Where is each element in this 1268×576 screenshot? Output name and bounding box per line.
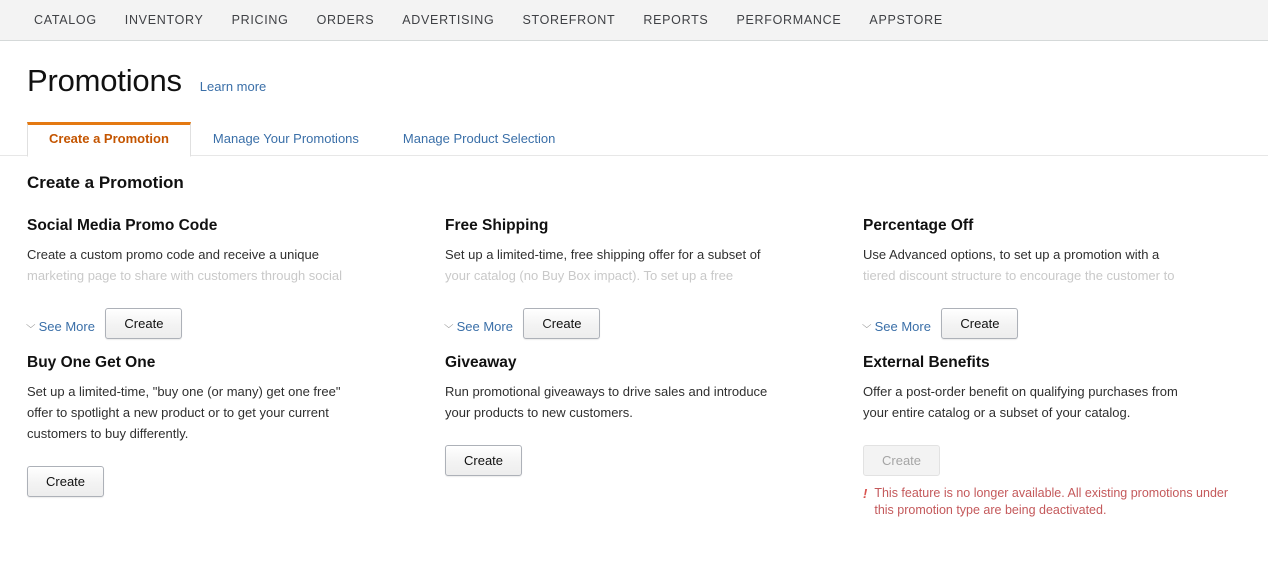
nav-item-advertising[interactable]: ADVERTISING: [388, 0, 508, 40]
alert-message: This feature is no longer available. All…: [874, 486, 1229, 517]
card-description-line-faded: tiered discount structure to encourage t…: [863, 268, 1175, 283]
nav-item-storefront[interactable]: STOREFRONT: [508, 0, 629, 40]
tab-manage-product-selection[interactable]: Manage Product Selection: [381, 122, 577, 156]
card-description: Use Advanced options, to set up a promot…: [863, 244, 1253, 286]
chevron-double-down-icon: ⌵: [26, 320, 36, 331]
global-nav: CATALOG INVENTORY PRICING ORDERS ADVERTI…: [0, 0, 1268, 41]
chevron-double-down-icon: ⌵: [862, 320, 872, 331]
card-description-line: customers to buy differently.: [27, 426, 189, 441]
nav-item-pricing[interactable]: PRICING: [218, 0, 303, 40]
warning-icon: !: [863, 486, 868, 501]
create-button[interactable]: Create: [445, 445, 523, 476]
card-title: Buy One Get One: [27, 354, 156, 371]
card-title: Percentage Off: [863, 217, 974, 234]
main-content: Create a Promotion Social Media Promo Co…: [0, 156, 1268, 519]
card-title: External Benefits: [863, 354, 990, 371]
page-header: Promotions Learn more: [0, 41, 1268, 99]
nav-item-reports[interactable]: REPORTS: [629, 0, 722, 40]
nav-item-performance[interactable]: PERFORMANCE: [722, 0, 855, 40]
card-description-line-faded: marketing page to share with customers t…: [27, 268, 343, 283]
tab-bar: Create a Promotion Manage Your Promotion…: [0, 119, 1268, 157]
card-description-line: your entire catalog or a subset of your …: [863, 405, 1131, 420]
nav-item-inventory[interactable]: INVENTORY: [111, 0, 218, 40]
card-description-line: Create a custom promo code and receive a…: [27, 247, 319, 262]
nav-item-orders[interactable]: ORDERS: [303, 0, 389, 40]
section-title: Create a Promotion: [27, 173, 184, 192]
nav-item-catalog[interactable]: CATALOG: [20, 0, 111, 40]
card-description: Run promotional giveaways to drive sales…: [445, 381, 835, 423]
promotion-card-grid-row-1: Social Media Promo Code Create a custom …: [26, 217, 1268, 339]
learn-more-link[interactable]: Learn more: [200, 79, 266, 94]
nav-item-appstore[interactable]: APPSTORE: [855, 0, 956, 40]
see-more-label: See More: [874, 318, 931, 334]
card-description-line: Offer a post-order benefit on qualifying…: [863, 384, 1178, 399]
card-description-line: Set up a limited-time, free shipping off…: [445, 247, 761, 262]
page-title: Promotions: [27, 63, 182, 98]
promotion-card-social-media-promo-code: Social Media Promo Code Create a custom …: [26, 217, 417, 339]
card-description-line: Run promotional giveaways to drive sales…: [445, 384, 768, 399]
see-more-link[interactable]: ⌵ See More: [26, 318, 101, 334]
create-button[interactable]: Create: [105, 308, 183, 339]
card-description-line: Set up a limited-time, "buy one (or many…: [27, 384, 341, 399]
see-more-label: See More: [38, 318, 95, 334]
card-description-line: offer to spotlight a new product or to g…: [27, 405, 329, 420]
card-description: Set up a limited-time, free shipping off…: [445, 244, 835, 286]
promotion-card-giveaway: Giveaway Run promotional giveaways to dr…: [445, 354, 835, 519]
create-button[interactable]: Create: [523, 308, 601, 339]
create-button[interactable]: Create: [27, 466, 105, 497]
promotion-card-free-shipping: Free Shipping Set up a limited-time, fre…: [444, 217, 835, 339]
card-description-line-faded: your catalog (no Buy Box impact). To set…: [445, 268, 734, 283]
see-more-link[interactable]: ⌵ See More: [862, 318, 937, 334]
card-description: Offer a post-order benefit on qualifying…: [863, 381, 1253, 423]
promotion-card-buy-one-get-one: Buy One Get One Set up a limited-time, "…: [27, 354, 417, 519]
tab-manage-your-promotions[interactable]: Manage Your Promotions: [191, 122, 381, 156]
promotion-card-percentage-off: Percentage Off Use Advanced options, to …: [862, 217, 1253, 339]
promotion-card-grid-row-2: Buy One Get One Set up a limited-time, "…: [27, 354, 1268, 519]
create-button[interactable]: Create: [941, 308, 1019, 339]
card-description-line: your products to new customers.: [445, 405, 633, 420]
card-title: Social Media Promo Code: [27, 217, 218, 234]
card-description: Create a custom promo code and receive a…: [27, 244, 417, 286]
chevron-double-down-icon: ⌵: [444, 320, 454, 331]
create-button-disabled: Create: [863, 445, 941, 476]
card-title: Free Shipping: [445, 217, 549, 234]
card-title: Giveaway: [445, 354, 517, 371]
deactivation-alert: ! This feature is no longer available. A…: [863, 485, 1243, 519]
card-description-line: Use Advanced options, to set up a promot…: [863, 247, 1160, 262]
see-more-label: See More: [456, 318, 513, 334]
card-description: Set up a limited-time, "buy one (or many…: [27, 381, 417, 444]
see-more-link[interactable]: ⌵ See More: [444, 318, 519, 334]
promotion-card-external-benefits: External Benefits Offer a post-order ben…: [863, 354, 1253, 519]
tab-create-a-promotion[interactable]: Create a Promotion: [27, 122, 191, 157]
